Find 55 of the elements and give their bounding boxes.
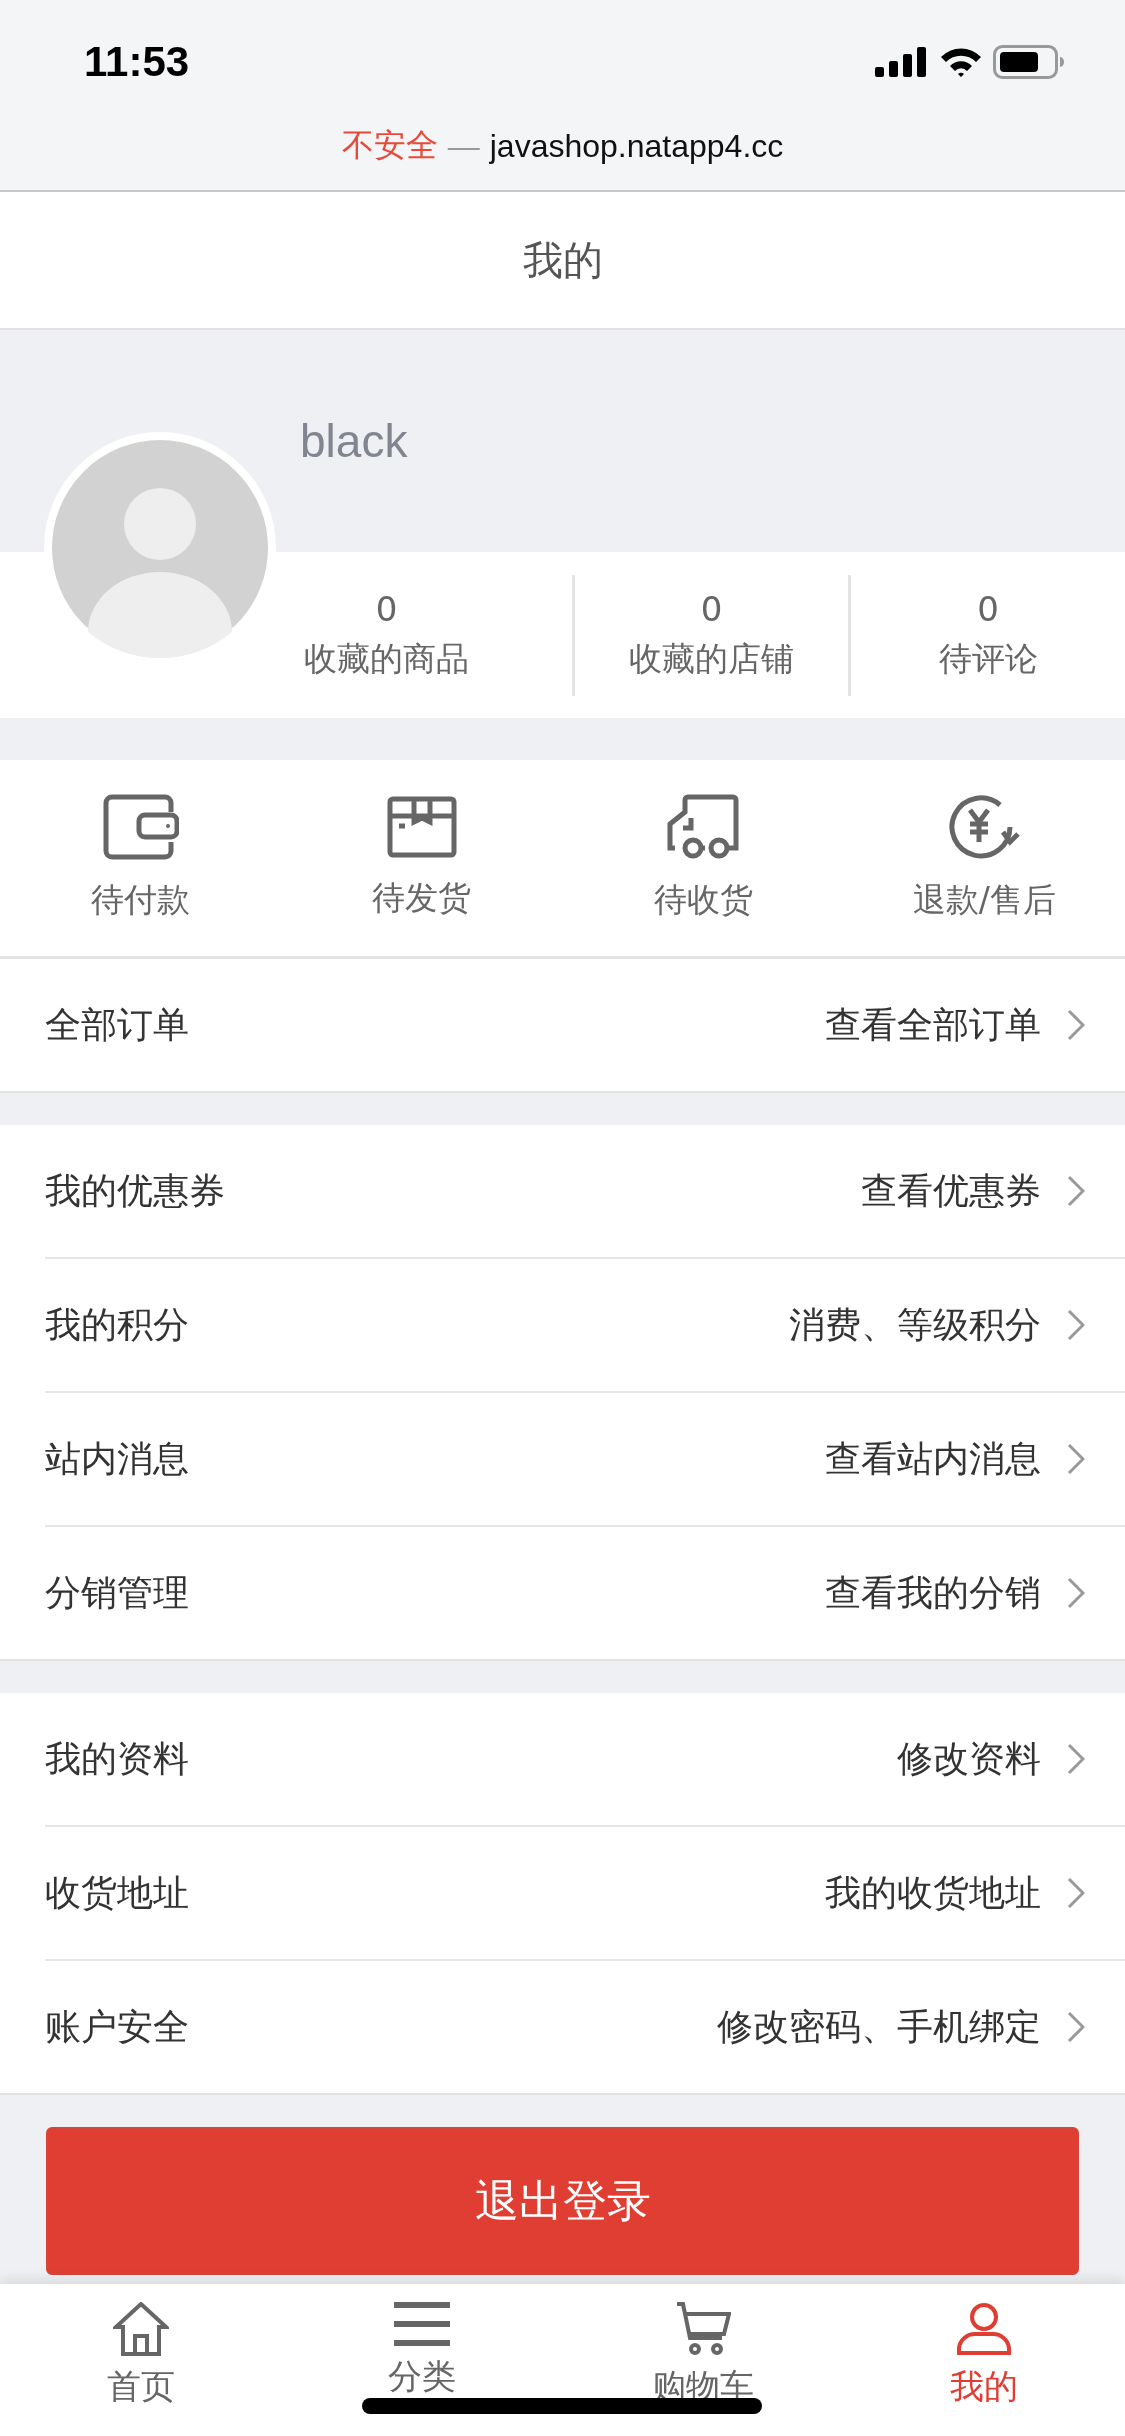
chevron-right-icon[interactable] <box>1067 1443 1085 1475</box>
chevron-right-icon[interactable] <box>1067 1743 1085 1775</box>
url-text[interactable]: javashop.natapp4.cc <box>489 127 784 165</box>
menu-item-hint[interactable]: 修改资料 <box>897 1734 1041 1784</box>
menu-item-label[interactable]: 账户安全 <box>45 2002 717 2052</box>
home-icon <box>112 2302 169 2356</box>
menu-item-hint[interactable]: 消费、等级积分 <box>789 1300 1041 1350</box>
menu-item-label[interactable]: 全部订单 <box>45 1000 825 1050</box>
chevron-right-icon[interactable] <box>1067 1309 1085 1341</box>
chevron-right-icon[interactable] <box>1067 1577 1085 1609</box>
menu-item-hint[interactable]: 查看全部订单 <box>825 1000 1041 1050</box>
order-status-label[interactable]: 待付款 <box>91 877 191 923</box>
menu-item-label[interactable]: 收货地址 <box>45 1868 825 1918</box>
logout-button[interactable]: 退出登录 <box>46 2127 1079 2275</box>
cart-icon <box>675 2302 732 2356</box>
chevron-right-icon[interactable] <box>1067 1877 1085 1909</box>
tab-bar-item[interactable]: 首页 <box>0 2284 282 2436</box>
stat-value: 0 <box>700 588 723 629</box>
menu-item-hint[interactable]: 我的收货地址 <box>825 1868 1041 1918</box>
menu-item-hint[interactable]: 修改密码、手机绑定 <box>717 2002 1041 2052</box>
url-separator: — <box>447 127 480 165</box>
page-title: 我的 <box>522 235 603 285</box>
menu-item-label[interactable]: 我的优惠券 <box>45 1166 861 1216</box>
stat-label[interactable]: 收藏的店铺 <box>629 636 794 682</box>
chevron-right-icon[interactable] <box>1067 1009 1085 1041</box>
tab-bar-item[interactable]: 我的 <box>843 2284 1125 2436</box>
yen-refund-icon[interactable] <box>948 793 1021 860</box>
chevron-right-icon[interactable] <box>1067 1175 1085 1207</box>
stat-value: 0 <box>977 588 999 629</box>
menu-item-hint[interactable]: 查看优惠券 <box>861 1166 1041 1216</box>
menu-item-hint[interactable]: 查看我的分销 <box>825 1568 1041 1618</box>
security-warning: 不安全 <box>341 126 438 165</box>
signal-icon <box>875 47 929 77</box>
stat-value: 0 <box>375 588 398 629</box>
wifi-icon <box>939 46 983 78</box>
menu-icon <box>393 2302 450 2346</box>
order-status-label[interactable]: 退款/售后 <box>912 877 1056 923</box>
status-time: 11:53 <box>84 38 190 86</box>
order-status-label[interactable]: 待发货 <box>372 875 472 921</box>
stat-label[interactable]: 待评论 <box>938 636 1038 682</box>
chevron-right-icon[interactable] <box>1067 2011 1085 2043</box>
tab-bar-item[interactable]: 分类 <box>281 2284 563 2436</box>
menu-item-label[interactable]: 我的资料 <box>45 1734 897 1784</box>
truck-icon[interactable] <box>667 793 740 860</box>
wallet-icon[interactable] <box>102 793 179 860</box>
stat-label[interactable]: 收藏的商品 <box>304 636 469 682</box>
menu-item-label[interactable]: 分销管理 <box>45 1568 825 1618</box>
box-icon[interactable] <box>386 795 457 858</box>
battery-icon <box>993 45 1065 79</box>
menu-item-label[interactable]: 我的积分 <box>45 1300 789 1350</box>
menu-item-label[interactable]: 站内消息 <box>45 1434 825 1484</box>
order-status-label[interactable]: 待收货 <box>653 877 753 923</box>
menu-item-hint[interactable]: 查看站内消息 <box>825 1434 1041 1484</box>
username: black <box>300 414 408 468</box>
person-icon <box>956 2302 1013 2356</box>
